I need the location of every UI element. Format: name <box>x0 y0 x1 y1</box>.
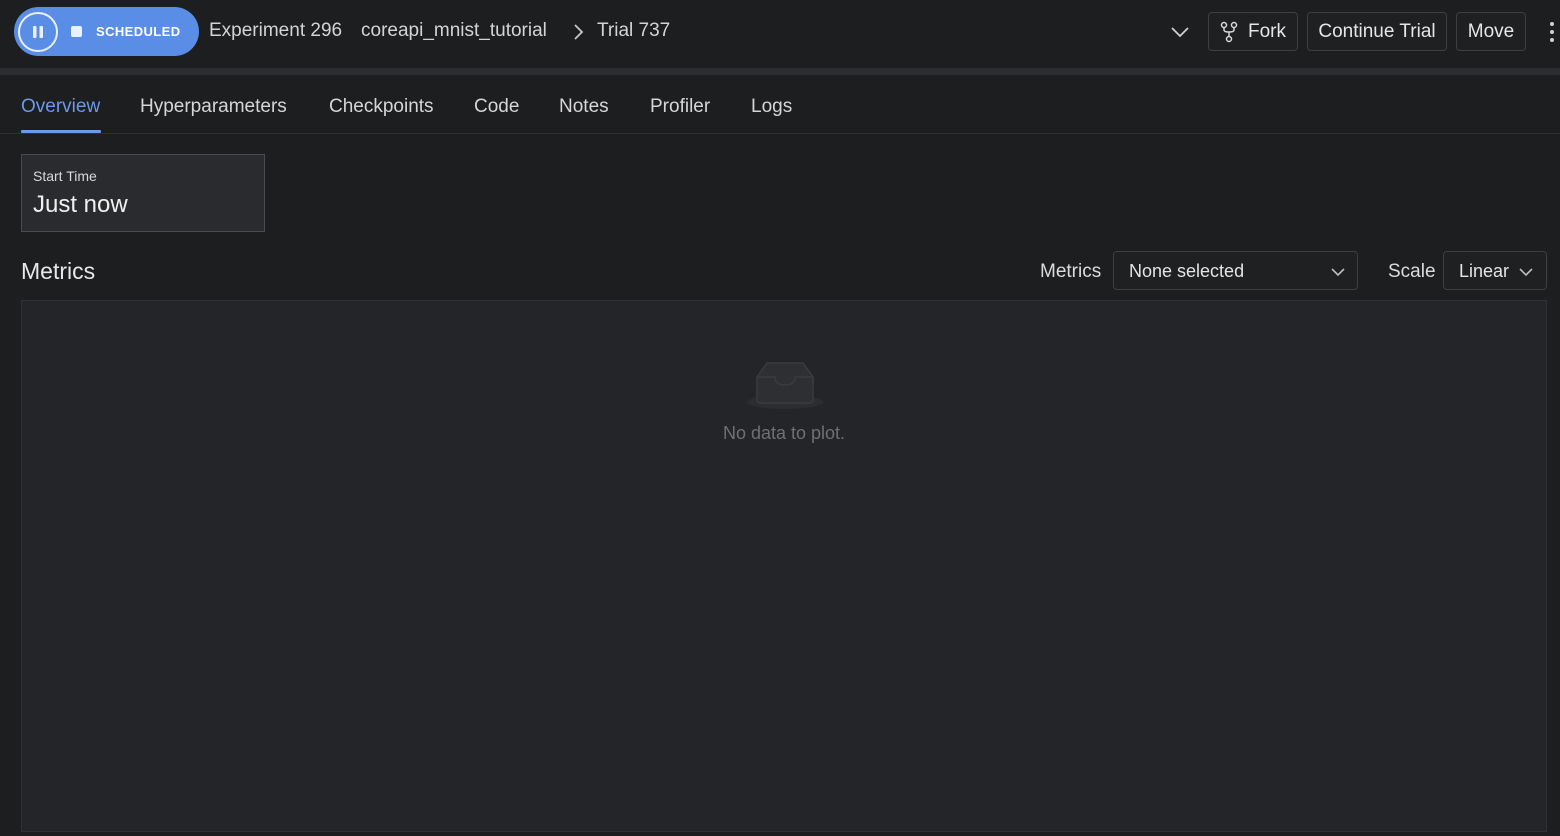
tab-bar: Overview Hyperparameters Checkpoints Cod… <box>0 75 1560 134</box>
fork-icon <box>1220 21 1238 42</box>
chevron-right-icon <box>571 22 585 47</box>
tab-notes[interactable]: Notes <box>559 96 609 118</box>
header-divider <box>0 68 1560 75</box>
start-time-card: Start Time Just now <box>21 154 265 232</box>
status-pill: SCHEDULED <box>14 7 199 56</box>
metrics-section-title: Metrics <box>21 258 96 284</box>
metrics-select[interactable]: None selected <box>1113 251 1358 290</box>
continue-trial-button[interactable]: Continue Trial <box>1307 12 1447 51</box>
tab-overview[interactable]: Overview <box>21 96 100 118</box>
breadcrumb-experiment-name[interactable]: coreapi_mnist_tutorial <box>361 20 547 42</box>
stop-icon[interactable] <box>71 26 82 37</box>
start-time-value: Just now <box>33 191 128 218</box>
inbox-icon <box>745 359 825 416</box>
chevron-down-icon <box>1330 265 1346 283</box>
move-button[interactable]: Move <box>1456 12 1526 51</box>
metrics-plot-panel: No data to plot. <box>21 300 1547 832</box>
chevron-down-icon <box>1518 265 1534 283</box>
breadcrumb-experiment[interactable]: Experiment 296 <box>209 20 342 42</box>
top-bar: SCHEDULED Experiment 296 coreapi_mnist_t… <box>0 0 1560 68</box>
chevron-down-icon[interactable] <box>1168 22 1192 47</box>
fork-label: Fork <box>1248 20 1286 42</box>
continue-trial-label: Continue Trial <box>1318 20 1436 42</box>
kebab-menu-icon[interactable] <box>1547 18 1557 51</box>
metrics-select-value: None selected <box>1129 261 1245 281</box>
scale-select-label: Scale <box>1388 261 1436 282</box>
tab-checkpoints[interactable]: Checkpoints <box>329 96 434 118</box>
metrics-select-label: Metrics <box>1040 261 1102 282</box>
start-time-label: Start Time <box>33 168 97 184</box>
pause-button[interactable] <box>18 11 58 52</box>
tab-profiler[interactable]: Profiler <box>650 96 710 118</box>
active-tab-indicator <box>21 130 101 133</box>
breadcrumb-trial: Trial 737 <box>597 20 671 41</box>
tab-logs[interactable]: Logs <box>751 96 792 118</box>
scale-select-value: Linear <box>1459 261 1510 281</box>
fork-button[interactable]: Fork <box>1208 12 1298 51</box>
move-label: Move <box>1467 20 1515 42</box>
tab-hyperparameters[interactable]: Hyperparameters <box>140 96 287 118</box>
empty-state-text: No data to plot. <box>722 423 846 443</box>
scale-select[interactable]: Linear <box>1443 251 1547 290</box>
status-label: SCHEDULED <box>96 24 181 39</box>
pause-icon <box>33 25 43 38</box>
tab-code[interactable]: Code <box>474 96 519 118</box>
